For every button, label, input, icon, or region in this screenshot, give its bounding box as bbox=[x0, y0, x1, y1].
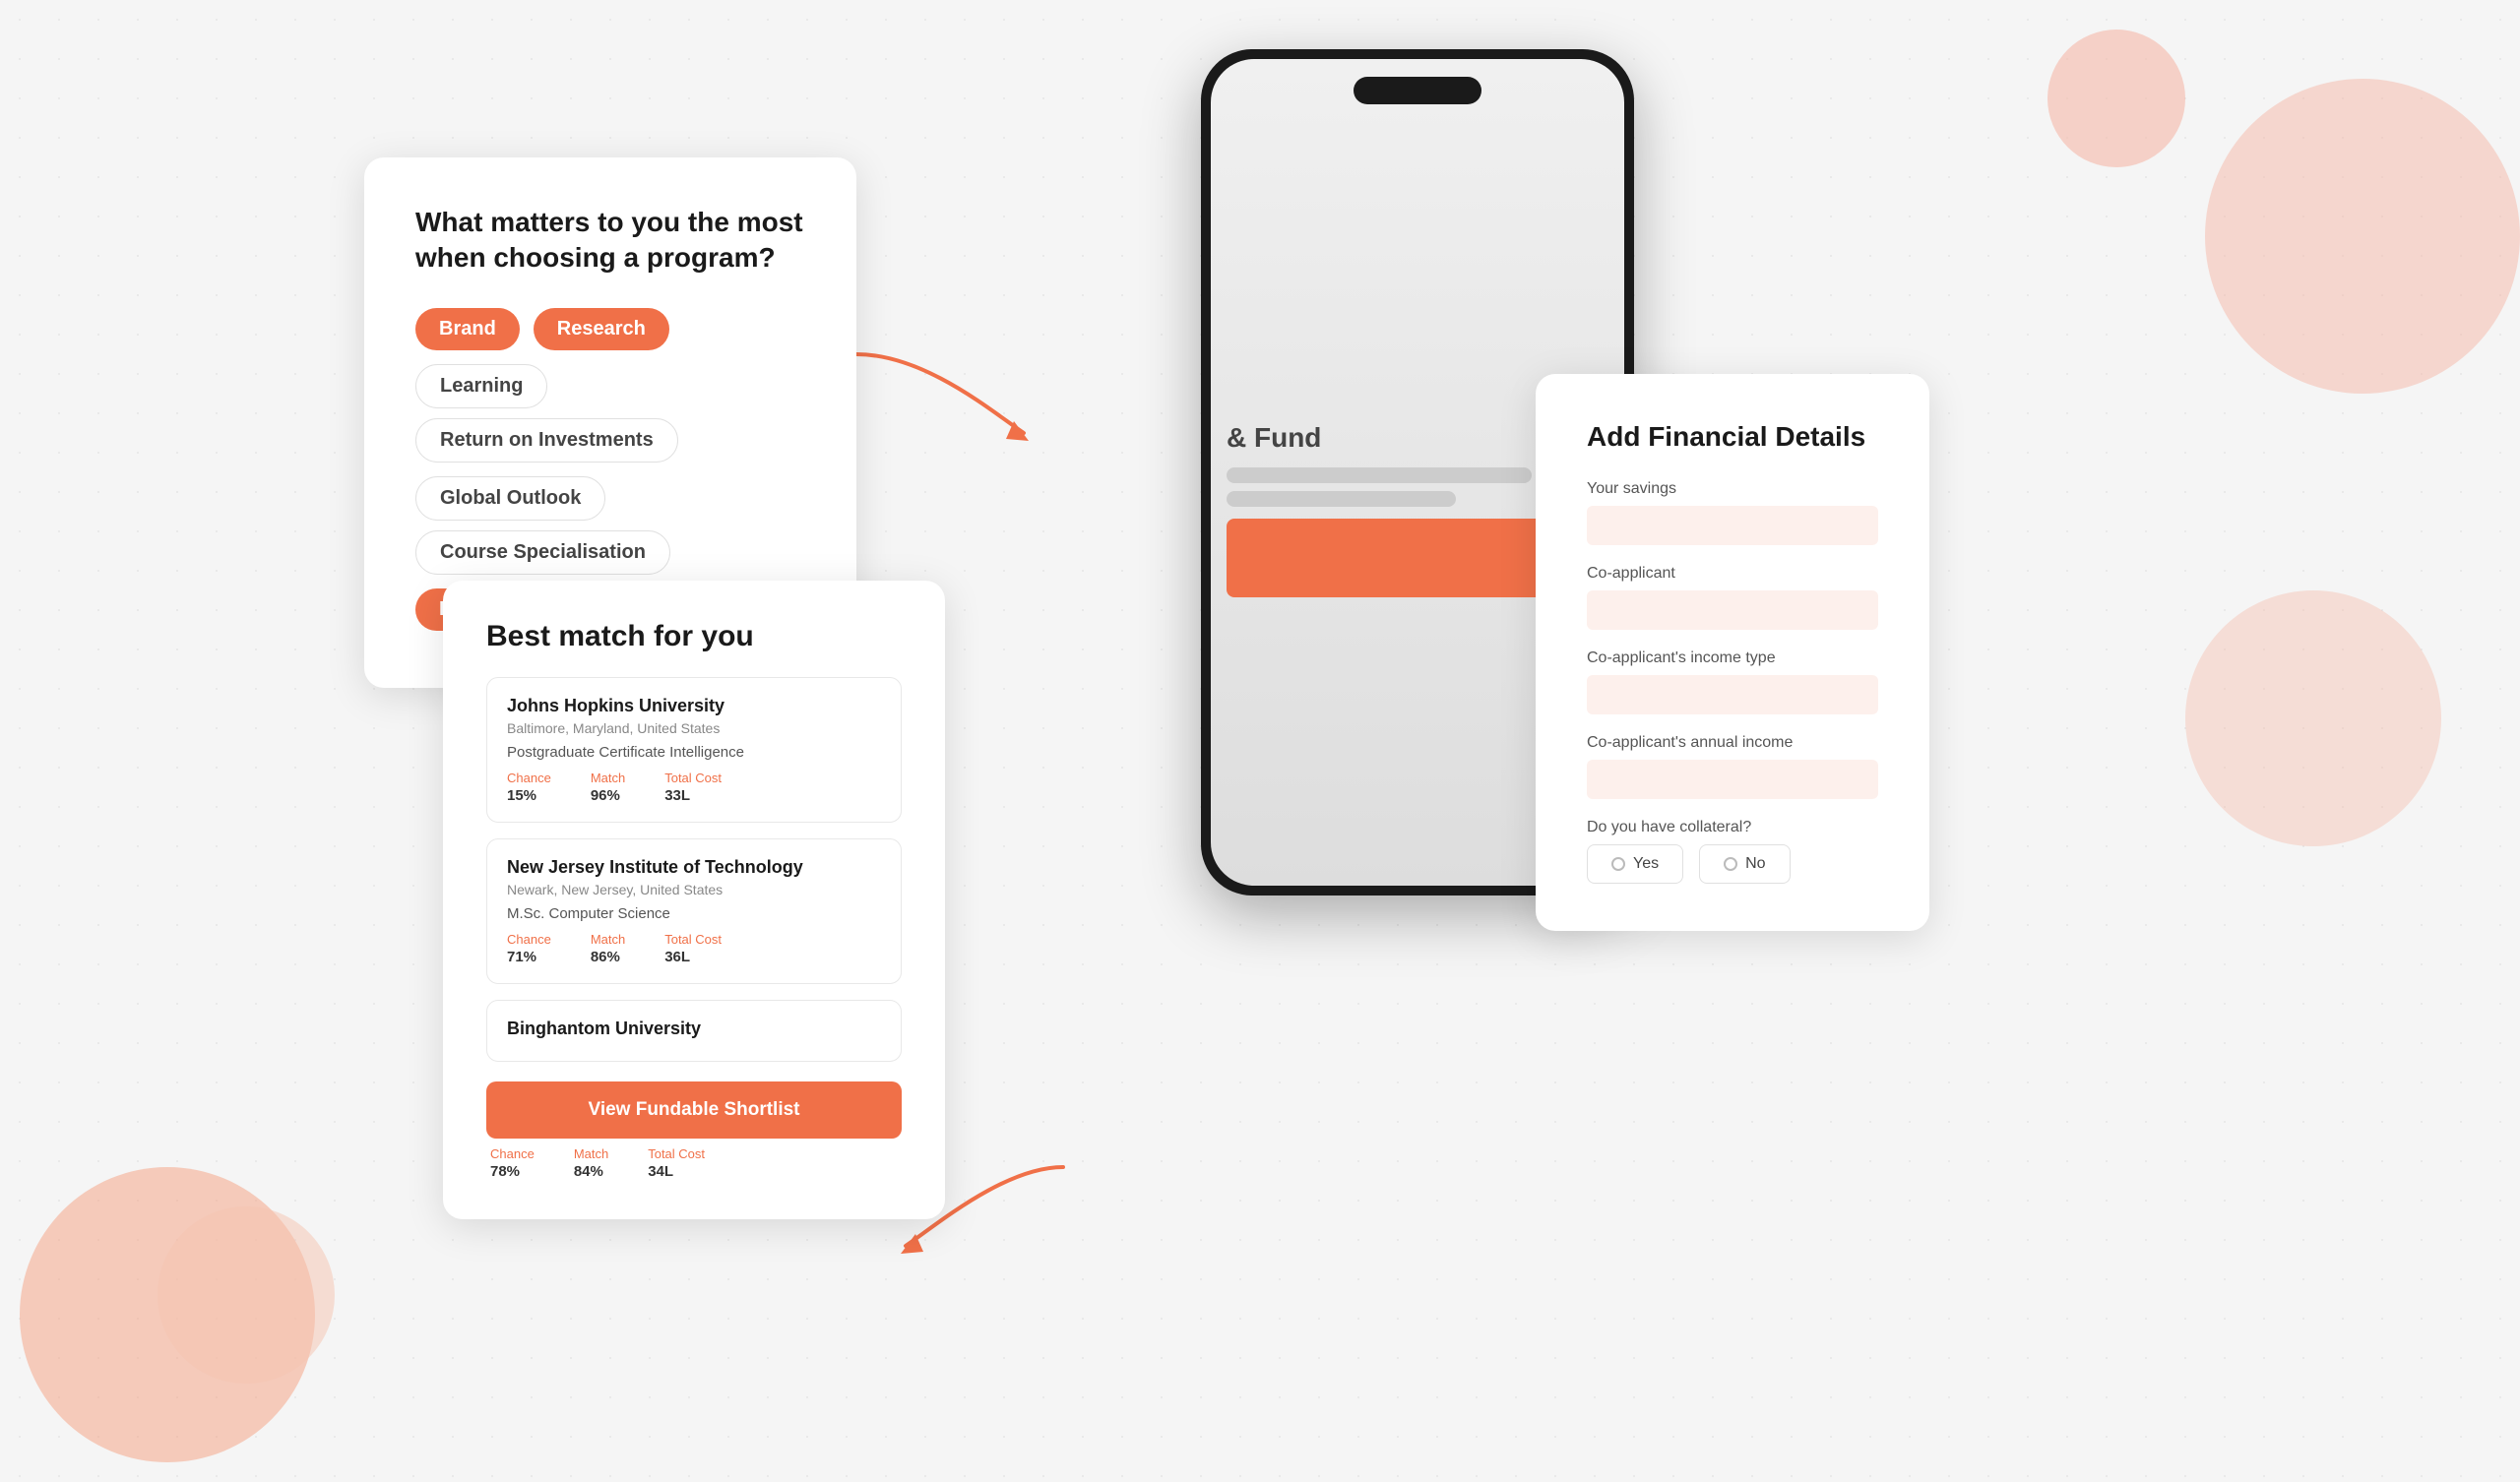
uni-3-match-value: 84% bbox=[574, 1163, 608, 1180]
uni-3-name: Binghantom University bbox=[507, 1019, 881, 1039]
uni-2-cost-label: Total Cost bbox=[664, 932, 722, 947]
tag-global[interactable]: Global Outlook bbox=[415, 476, 605, 521]
phone-blurred-bar-1 bbox=[1227, 467, 1532, 483]
phone-blurred-bar-2 bbox=[1227, 491, 1456, 507]
field-label-income-type: Co-applicant's income type bbox=[1587, 649, 1878, 667]
uni-3-chance-value: 78% bbox=[490, 1163, 535, 1180]
uni-2-stats: Chance 71% Match 86% Total Cost 36L bbox=[507, 932, 881, 965]
uni-1-chance-value: 15% bbox=[507, 787, 551, 804]
card-financial-title: Add Financial Details bbox=[1587, 421, 1878, 453]
uni-1-match-label: Match bbox=[591, 771, 625, 785]
radio-yes-dot bbox=[1611, 857, 1625, 871]
input-coapplicant[interactable] bbox=[1587, 590, 1878, 630]
input-income-type[interactable] bbox=[1587, 675, 1878, 714]
card-financial: Add Financial Details Your savings Co-ap… bbox=[1536, 374, 1929, 931]
radio-yes[interactable]: Yes bbox=[1587, 844, 1683, 884]
radio-no[interactable]: No bbox=[1699, 844, 1790, 884]
uni-2-program: M.Sc. Computer Science bbox=[507, 905, 881, 922]
uni-3-stats: Chance 78% Match 84% Total Cost 34L bbox=[486, 1146, 902, 1180]
uni-2-cost-value: 36L bbox=[664, 949, 722, 965]
tag-course[interactable]: Course Specialisation bbox=[415, 530, 670, 575]
uni-3-match-label: Match bbox=[574, 1146, 608, 1161]
uni-1-name: Johns Hopkins University bbox=[507, 696, 881, 716]
uni-1-match-value: 96% bbox=[591, 787, 625, 804]
input-savings[interactable] bbox=[1587, 506, 1878, 545]
uni-2-match-label: Match bbox=[591, 932, 625, 947]
field-label-annual-income: Co-applicant's annual income bbox=[1587, 734, 1878, 752]
phone-notch bbox=[1354, 77, 1481, 104]
field-label-coapplicant: Co-applicant bbox=[1587, 565, 1878, 583]
arrow-right bbox=[847, 335, 1043, 453]
uni-3-chance-label: Chance bbox=[490, 1146, 535, 1161]
uni-2-location: Newark, New Jersey, United States bbox=[507, 882, 881, 897]
uni-1-stats: Chance 15% Match 96% Total Cost 33L bbox=[507, 771, 881, 804]
tags-row-1: Brand Research Learning bbox=[415, 308, 805, 408]
uni-card-3: Binghantom University bbox=[486, 1000, 902, 1062]
uni-2-chance-label: Chance bbox=[507, 932, 551, 947]
view-shortlist-button[interactable]: View Fundable Shortlist bbox=[486, 1081, 902, 1139]
uni-2-name: New Jersey Institute of Technology bbox=[507, 857, 881, 878]
radio-row-collateral: Yes No bbox=[1587, 844, 1878, 884]
radio-no-label: No bbox=[1745, 855, 1765, 873]
uni-1-location: Baltimore, Maryland, United States bbox=[507, 720, 881, 736]
uni-card-2: New Jersey Institute of Technology Newar… bbox=[486, 838, 902, 984]
field-label-savings: Your savings bbox=[1587, 480, 1878, 498]
tag-brand[interactable]: Brand bbox=[415, 308, 520, 350]
scene: & Fund What matters to you the most when… bbox=[0, 0, 2520, 1482]
radio-yes-label: Yes bbox=[1633, 855, 1659, 873]
tag-roi[interactable]: Return on Investments bbox=[415, 418, 678, 463]
card-question-title: What matters to you the most when choosi… bbox=[415, 205, 805, 277]
uni-2-match-value: 86% bbox=[591, 949, 625, 965]
uni-1-chance-label: Chance bbox=[507, 771, 551, 785]
uni-3-cost-label: Total Cost bbox=[648, 1146, 705, 1161]
tag-research[interactable]: Research bbox=[534, 308, 669, 350]
tags-row-2: Return on Investments Global Outlook bbox=[415, 418, 805, 521]
uni-2-chance-value: 71% bbox=[507, 949, 551, 965]
uni-card-1: Johns Hopkins University Baltimore, Mary… bbox=[486, 677, 902, 823]
tag-learning[interactable]: Learning bbox=[415, 364, 547, 408]
field-label-collateral: Do you have collateral? bbox=[1587, 819, 1878, 836]
uni-1-cost-value: 33L bbox=[664, 787, 722, 804]
uni-1-program: Postgraduate Certificate Intelligence bbox=[507, 744, 881, 761]
uni-1-cost-label: Total Cost bbox=[664, 771, 722, 785]
card-match-title: Best match for you bbox=[486, 620, 902, 653]
uni-3-cost-value: 34L bbox=[648, 1163, 705, 1180]
input-annual-income[interactable] bbox=[1587, 760, 1878, 799]
radio-no-dot bbox=[1724, 857, 1737, 871]
card-match: Best match for you Johns Hopkins Univers… bbox=[443, 581, 945, 1219]
